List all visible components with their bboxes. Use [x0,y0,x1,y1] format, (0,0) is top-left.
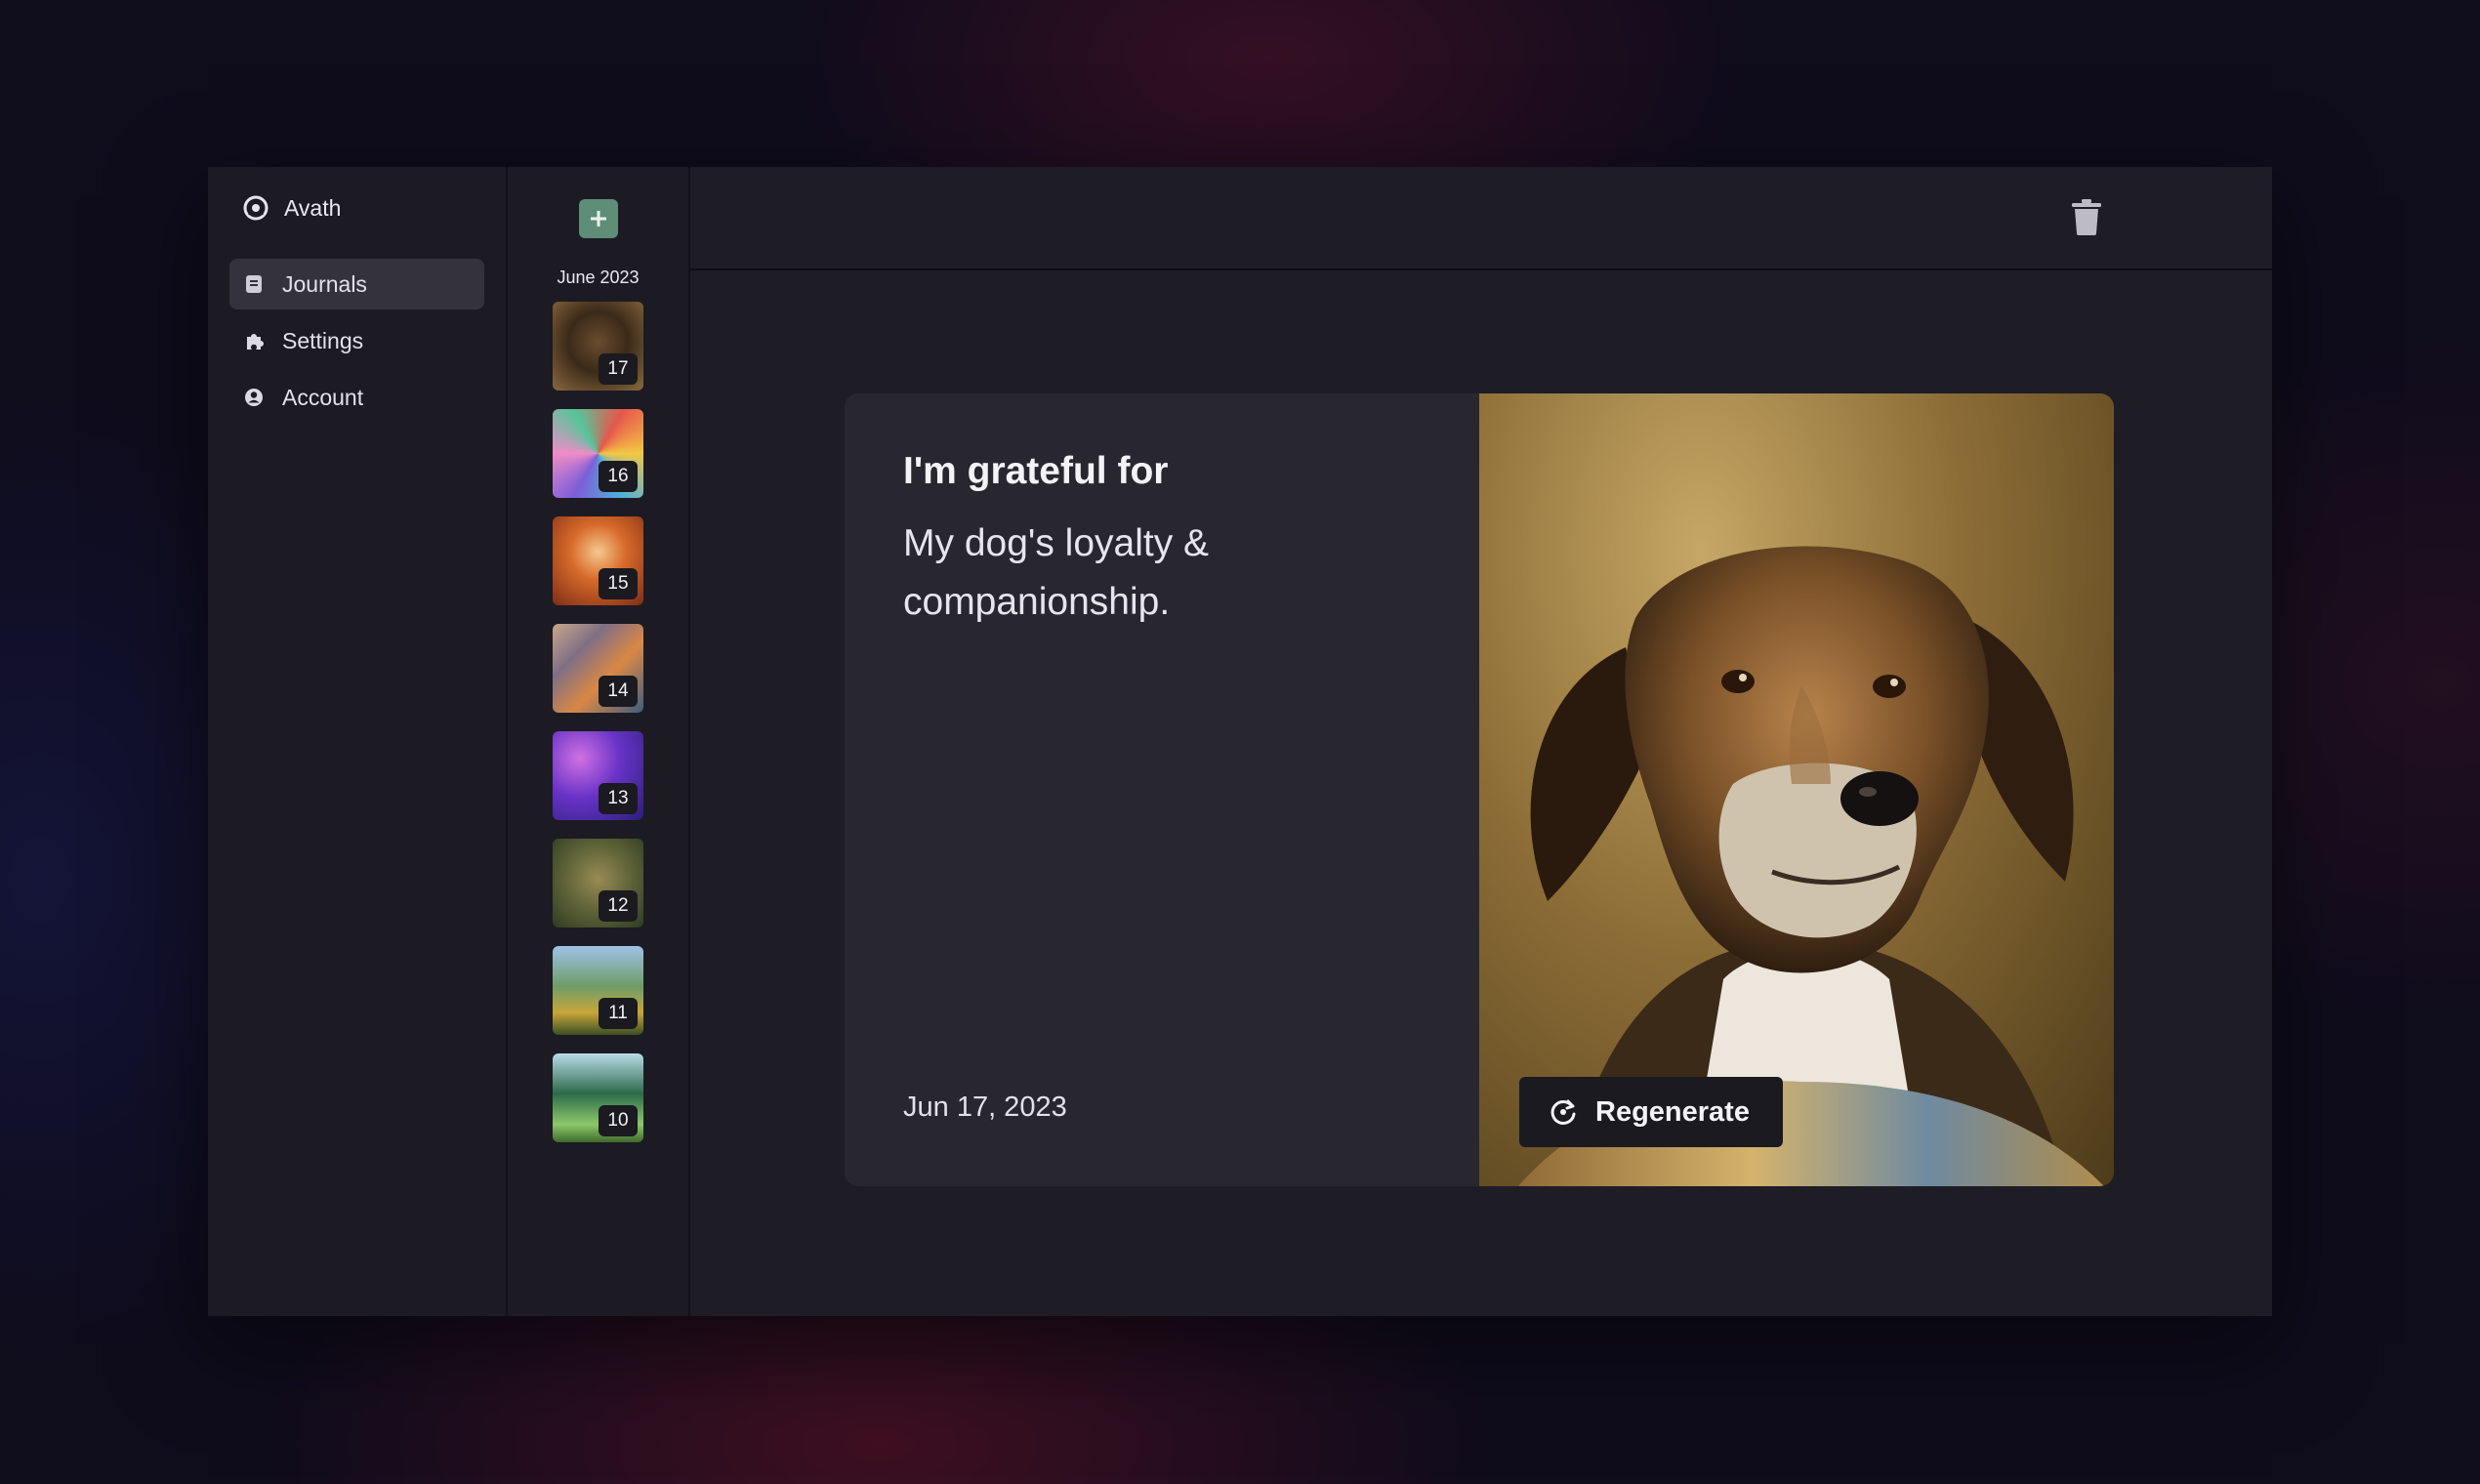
puzzle-icon [247,334,264,350]
entry-day-badge: 10 [599,1105,638,1136]
entry-thumbnail[interactable]: 14 [553,624,643,713]
sidebar-item-label: Journals [282,270,367,297]
journal-entry-card: I'm grateful for My dog's loyalty & comp… [845,393,2114,1186]
entry-thumbnail[interactable]: 10 [553,1053,643,1142]
refresh-icon [1550,1099,1576,1125]
journal-icon [246,275,262,293]
app-logo-icon [243,195,269,221]
entry-day-badge: 15 [599,568,638,599]
entry-day-badge: 17 [599,353,638,385]
entry-day-badge: 14 [599,676,638,707]
delete-entry-button[interactable] [2071,198,2102,240]
entry-day-badge: 11 [599,998,638,1029]
plus-icon [590,211,606,227]
entry-thumbnail[interactable]: 13 [553,731,643,820]
regenerate-button[interactable]: Regenerate [1519,1077,1783,1147]
entry-answer[interactable]: My dog's loyalty & companionship. [903,515,1313,632]
sidebar-item-journals[interactable]: Journals [229,259,484,309]
entry-text-panel: I'm grateful for My dog's loyalty & comp… [845,393,1479,1186]
main-content: I'm grateful for My dog's loyalty & comp… [690,167,2272,1316]
brand-name: Avath [284,194,342,221]
sidebar-item-settings[interactable]: Settings [229,315,484,366]
trash-icon [2072,199,2101,235]
entry-day-badge: 13 [599,783,638,814]
entry-thumbnail[interactable]: 11 [553,946,643,1035]
entry-timeline: June 2023 17 16 15 14 13 12 11 10 [508,167,690,1316]
regenerate-label: Regenerate [1595,1095,1750,1128]
sidebar-item-account[interactable]: Account [229,372,484,423]
add-entry-button[interactable] [578,199,618,238]
entry-day-badge: 12 [599,890,638,922]
sidebar-nav: Avath Journals Settings Account [208,167,508,1316]
entry-prompt: I'm grateful for [903,450,1169,492]
sidebar-item-label: Settings [282,327,364,353]
entry-thumbnail[interactable]: 16 [553,409,643,498]
entry-date: Jun 17, 2023 [903,1092,1067,1123]
top-bar [690,167,2272,270]
entry-thumbnail[interactable]: 12 [553,839,643,928]
entry-thumbnail[interactable]: 17 [553,302,643,391]
dog-portrait-image [1518,546,2104,1186]
entry-day-badge: 16 [599,461,638,492]
brand[interactable]: Avath [229,188,484,227]
sidebar-item-label: Account [282,384,364,410]
entry-thumbnail[interactable]: 15 [553,516,643,605]
user-circle-icon [245,389,263,406]
month-label: June 2023 [557,268,640,287]
entry-image: Regenerate [1479,393,2114,1186]
app-window: Avath Journals Settings Account June 202… [208,167,2272,1316]
